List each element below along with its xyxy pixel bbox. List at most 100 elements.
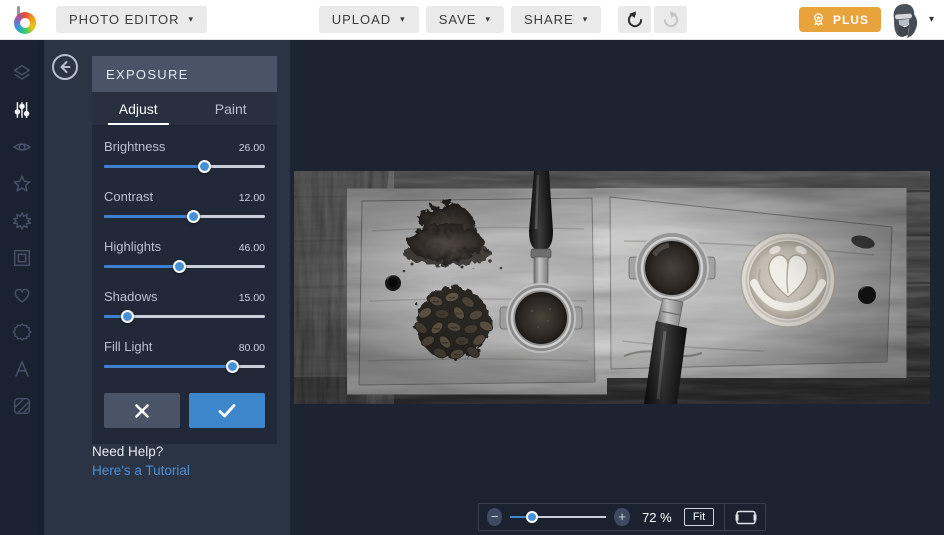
back-button[interactable]: [51, 53, 79, 81]
slider-value: 12.00: [238, 192, 265, 204]
canvas-image[interactable]: [294, 171, 930, 404]
chevron-down-icon: ▾: [485, 14, 491, 24]
befunky-logo-icon[interactable]: [14, 5, 40, 34]
undo-button[interactable]: [618, 6, 652, 33]
close-icon: [135, 403, 149, 418]
chevron-down-icon: ▾: [582, 14, 589, 24]
upload-button[interactable]: UPLOAD ▾: [318, 6, 419, 33]
user-avatar[interactable]: [888, 3, 922, 39]
canvas-area: − + 72 % Fit: [290, 40, 944, 535]
minus-icon: −: [490, 509, 499, 524]
sliders-group: Brightness 26.00 Contrast 12.00 Highligh…: [104, 139, 265, 373]
back-arrow-icon: [52, 54, 78, 80]
redo-icon: [663, 10, 678, 27]
slider-label: Brightness: [104, 139, 166, 154]
fullscreen-icon: [735, 510, 757, 524]
slider-label: Highlights: [104, 239, 162, 254]
help-text: Need Help?: [92, 444, 164, 459]
plus-upgrade-button[interactable]: PLUS: [798, 7, 881, 32]
tool-sidebar: [0, 40, 44, 535]
slider-label: Shadows: [104, 289, 158, 304]
slider-label: Fill Light: [104, 339, 153, 354]
heart-icon: [14, 288, 30, 303]
sidebar-item-frames[interactable]: [0, 239, 44, 276]
tutorial-link[interactable]: Here's a Tutorial: [92, 463, 190, 478]
slider-thumb[interactable]: [187, 210, 201, 223]
sidebar-item-textures[interactable]: [0, 387, 44, 424]
slider-track[interactable]: [104, 209, 265, 223]
chevron-down-icon: ▾: [400, 14, 406, 24]
sidebar-item-text[interactable]: [0, 350, 44, 387]
plus-icon: +: [618, 509, 626, 524]
sidebar-item-touchup[interactable]: [0, 128, 44, 165]
redo-button[interactable]: [654, 6, 688, 33]
sidebar-item-graphics[interactable]: [0, 313, 44, 350]
slider: Shadows 15.00: [104, 289, 265, 323]
help-section: Need Help? Here's a Tutorial: [92, 444, 190, 478]
slider-track[interactable]: [104, 309, 265, 323]
tab-paint[interactable]: Paint: [185, 92, 278, 125]
panel-content: Brightness 26.00 Contrast 12.00 Highligh…: [92, 126, 277, 444]
slider-thumb[interactable]: [121, 310, 135, 323]
apply-button[interactable]: [189, 393, 265, 428]
adjust-sliders-icon: [14, 101, 30, 118]
slider-fill: [104, 365, 233, 368]
slider-fill: [104, 265, 180, 268]
exposure-panel-column: EXPOSURE Adjust Paint Brightness 26.00 C…: [92, 56, 277, 444]
layers-icon: [13, 64, 31, 80]
zoom-out-button[interactable]: −: [487, 508, 503, 526]
slider: Highlights 46.00: [104, 239, 265, 273]
chevron-down-icon: ▾: [188, 14, 195, 24]
slider-thumb[interactable]: [172, 260, 186, 273]
slider-label: Contrast: [104, 189, 154, 204]
slider-track[interactable]: [104, 359, 265, 373]
sidebar-item-overlays[interactable]: [0, 276, 44, 313]
burst-icon: [12, 211, 32, 230]
slider-value: 15.00: [238, 292, 265, 304]
zoom-toolbar: − + 72 % Fit: [478, 503, 766, 531]
textures-icon: [13, 397, 31, 414]
sidebar-item-adjust[interactable]: [0, 91, 44, 128]
touchup-eye-icon: [13, 142, 31, 151]
exposure-panel: EXPOSURE Adjust Paint Brightness 26.00 C…: [44, 40, 290, 535]
account-caret-icon[interactable]: ▾: [929, 14, 934, 25]
slider: Contrast 12.00: [104, 189, 265, 223]
zoom-slider[interactable]: [510, 510, 607, 524]
plus-label: PLUS: [832, 12, 869, 27]
slider-track[interactable]: [104, 259, 265, 273]
zoom-in-button[interactable]: +: [614, 508, 630, 526]
topbar-actions: UPLOAD ▾ SAVE ▾ SHARE ▾: [318, 6, 688, 33]
slider-value: 80.00: [238, 342, 265, 354]
sidebar-item-layers[interactable]: [0, 54, 44, 91]
topbar: PHOTO EDITOR ▾ UPLOAD ▾ SAVE ▾ SHARE ▾ P…: [0, 0, 944, 40]
undo-icon: [627, 10, 642, 27]
fullscreen-button[interactable]: [735, 510, 757, 525]
badge-icon: [814, 13, 823, 26]
sidebar-item-effects[interactable]: [0, 165, 44, 202]
slider-thumb[interactable]: [225, 360, 239, 373]
zoom-slider-thumb[interactable]: [525, 511, 538, 523]
slider-value: 46.00: [238, 242, 265, 254]
panel-tabs: Adjust Paint: [92, 92, 277, 126]
slider-track[interactable]: [104, 159, 265, 173]
photo-editor-menu-button[interactable]: PHOTO EDITOR ▾: [56, 6, 208, 33]
save-button[interactable]: SAVE ▾: [425, 6, 504, 33]
slider-value: 26.00: [238, 142, 265, 154]
fit-button[interactable]: Fit: [683, 508, 715, 526]
cancel-button[interactable]: [104, 393, 180, 428]
slider-fill: [104, 165, 206, 168]
sidebar-item-artsy[interactable]: [0, 202, 44, 239]
check-icon: [218, 403, 236, 417]
account-area: PLUS ▾: [798, 1, 934, 39]
panel-title: EXPOSURE: [106, 66, 189, 82]
share-button[interactable]: SHARE ▾: [510, 6, 602, 33]
slider: Brightness 26.00: [104, 139, 265, 173]
tab-adjust[interactable]: Adjust: [92, 92, 185, 125]
panel-header: EXPOSURE: [92, 56, 277, 92]
slider-fill: [104, 215, 195, 218]
frames-icon: [13, 249, 31, 266]
slider-thumb[interactable]: [198, 160, 212, 173]
slider: Fill Light 80.00: [104, 339, 265, 373]
photo-editor-label: PHOTO EDITOR: [69, 12, 180, 27]
seal-icon: [12, 323, 32, 340]
